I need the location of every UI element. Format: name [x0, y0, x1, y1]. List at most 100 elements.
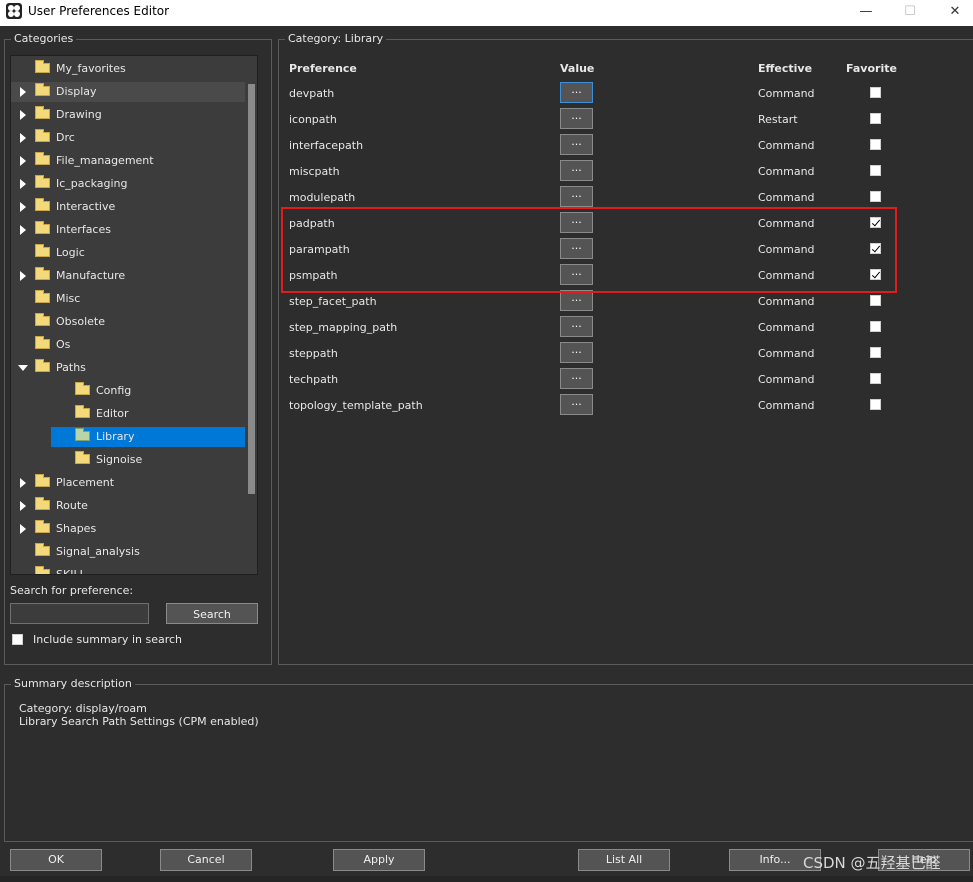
categories-legend: Categories: [11, 32, 77, 45]
folder-icon: [35, 175, 50, 188]
tree-item-label: Ic_packaging: [56, 177, 128, 190]
header-value[interactable]: Value: [560, 62, 594, 75]
tree-item-label: Route: [56, 499, 88, 512]
expand-arrow-icon[interactable]: [20, 524, 26, 534]
tree-item-label: Placement: [56, 476, 115, 489]
favorite-checkbox-steppath[interactable]: [870, 347, 881, 358]
close-button[interactable]: ✕: [944, 2, 966, 22]
watermark: CSDN @五羟基己醛: [803, 854, 941, 872]
cancel-button[interactable]: Cancel: [160, 849, 252, 871]
expand-arrow-icon[interactable]: [20, 271, 26, 281]
tree-item-editor[interactable]: Editor: [51, 404, 245, 424]
folder-icon: [35, 60, 50, 73]
expand-arrow-icon[interactable]: [20, 156, 26, 166]
folder-icon: [35, 313, 50, 326]
effective-devpath: Command: [758, 87, 815, 100]
favorite-checkbox-topology_template_path[interactable]: [870, 399, 881, 410]
tree-item-label: Signoise: [96, 453, 143, 466]
favorite-checkbox-step_facet_path[interactable]: [870, 295, 881, 306]
preference-name-step_mapping_path: step_mapping_path: [289, 321, 398, 334]
favorite-checkbox-modulepath[interactable]: [870, 191, 881, 202]
tree-item-logic[interactable]: Logic: [11, 243, 245, 263]
tree-item-label: Paths: [56, 361, 86, 374]
header-preference[interactable]: Preference: [289, 62, 357, 75]
tree-item-shapes[interactable]: Shapes: [11, 519, 245, 539]
header-effective[interactable]: Effective: [758, 62, 812, 75]
folder-icon: [35, 83, 50, 96]
maximize-button[interactable]: ☐: [899, 2, 921, 22]
value-button-techpath[interactable]: ...: [560, 368, 593, 389]
folder-icon: [35, 566, 50, 574]
value-button-devpath[interactable]: ...: [560, 82, 593, 103]
tree-item-misc[interactable]: Misc: [11, 289, 245, 309]
tree-item-obsolete[interactable]: Obsolete: [11, 312, 245, 332]
header-favorite[interactable]: Favorite: [846, 62, 897, 75]
value-button-iconpath[interactable]: ...: [560, 108, 593, 129]
tree-item-placement[interactable]: Placement: [11, 473, 245, 493]
tree-item-my_favorites[interactable]: My_favorites: [11, 59, 245, 79]
favorite-checkbox-techpath[interactable]: [870, 373, 881, 384]
expand-arrow-icon[interactable]: [20, 110, 26, 120]
tree-item-config[interactable]: Config: [51, 381, 245, 401]
search-input[interactable]: [10, 603, 149, 624]
effective-steppath: Command: [758, 347, 815, 360]
folder-icon: [35, 152, 50, 165]
tree-item-os[interactable]: Os: [11, 335, 245, 355]
tree-item-manufacture[interactable]: Manufacture: [11, 266, 245, 286]
value-button-interfacepath[interactable]: ...: [560, 134, 593, 155]
tree-item-paths[interactable]: Paths: [11, 358, 245, 378]
category-tree[interactable]: SKILL Signal_analysis Shapes Route Placement…: [10, 55, 258, 575]
expand-arrow-icon[interactable]: [20, 202, 26, 212]
search-button[interactable]: Search: [166, 603, 258, 624]
favorite-checkbox-miscpath[interactable]: [870, 165, 881, 176]
value-button-topology_template_path[interactable]: ...: [560, 394, 593, 415]
tree-item-route[interactable]: Route: [11, 496, 245, 516]
tree-item-library[interactable]: Library: [51, 427, 245, 447]
tree-item-label: Interfaces: [56, 223, 111, 236]
include-summary-checkbox[interactable]: [12, 634, 23, 645]
favorite-checkbox-iconpath[interactable]: [870, 113, 881, 124]
list-all-button[interactable]: List All: [578, 849, 670, 871]
collapse-arrow-icon[interactable]: [18, 365, 28, 371]
apply-button[interactable]: Apply: [333, 849, 425, 871]
value-button-step_facet_path[interactable]: ...: [560, 290, 593, 311]
tree-item-label: Logic: [56, 246, 85, 259]
tree-item-skill[interactable]: SKILL: [11, 565, 245, 574]
summary-group: Summary description: [4, 677, 973, 842]
effective-techpath: Command: [758, 373, 815, 386]
expand-arrow-icon[interactable]: [20, 87, 26, 97]
value-button-modulepath[interactable]: ...: [560, 186, 593, 207]
tree-item-interfaces[interactable]: Interfaces: [11, 220, 245, 240]
effective-iconpath: Restart: [758, 113, 798, 126]
tree-item-signoise[interactable]: Signoise: [51, 450, 245, 470]
tree-scroll-thumb[interactable]: [248, 84, 255, 494]
expand-arrow-icon[interactable]: [20, 501, 26, 511]
tree-item-drawing[interactable]: Drawing: [11, 105, 245, 125]
tree-item-drc[interactable]: Drc: [11, 128, 245, 148]
expand-arrow-icon[interactable]: [20, 179, 26, 189]
expand-arrow-icon[interactable]: [20, 225, 26, 235]
folder-icon: [35, 290, 50, 303]
folder-icon: [35, 359, 50, 372]
value-button-steppath[interactable]: ...: [560, 342, 593, 363]
favorite-checkbox-step_mapping_path[interactable]: [870, 321, 881, 332]
tree-item-signal_analysis[interactable]: Signal_analysis: [11, 542, 245, 562]
tree-item-label: Signal_analysis: [56, 545, 140, 558]
bottom-strip: [0, 876, 973, 882]
favorite-checkbox-interfacepath[interactable]: [870, 139, 881, 150]
tree-scrollbar[interactable]: [246, 56, 257, 574]
tree-item-interactive[interactable]: Interactive: [11, 197, 245, 217]
tree-item-file_management[interactable]: File_management: [11, 151, 245, 171]
favorite-checkbox-devpath[interactable]: [870, 87, 881, 98]
expand-arrow-icon[interactable]: [20, 133, 26, 143]
ok-button[interactable]: OK: [10, 849, 102, 871]
tree-item-display[interactable]: Display: [11, 82, 245, 102]
tree-item-ic_packaging[interactable]: Ic_packaging: [11, 174, 245, 194]
app-icon: [6, 3, 22, 19]
value-button-step_mapping_path[interactable]: ...: [560, 316, 593, 337]
tree-item-label: Os: [56, 338, 71, 351]
folder-icon: [35, 129, 50, 142]
value-button-miscpath[interactable]: ...: [560, 160, 593, 181]
expand-arrow-icon[interactable]: [20, 478, 26, 488]
minimize-button[interactable]: —: [855, 2, 877, 22]
